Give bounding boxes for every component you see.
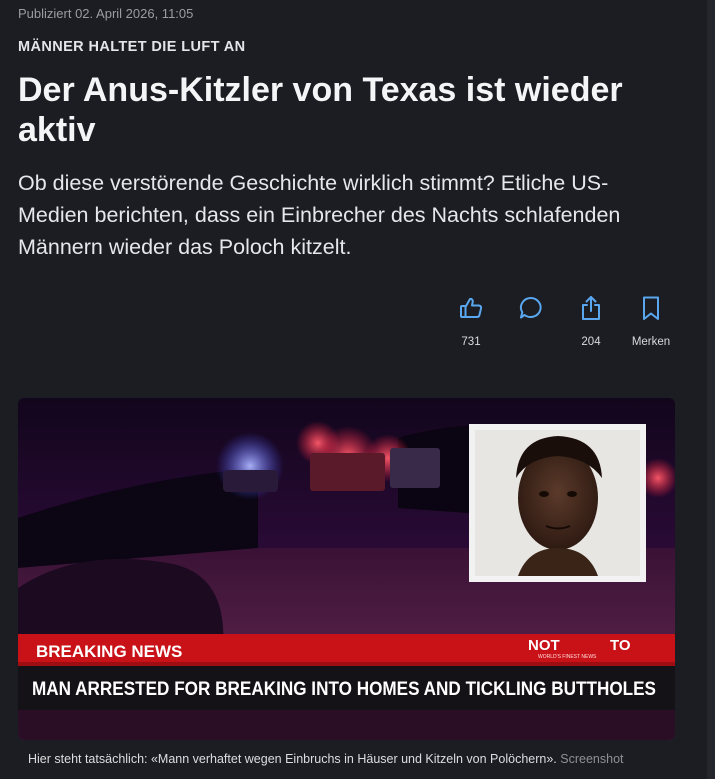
comment-button[interactable]: [501, 294, 561, 354]
banner-headline: MAN ARRESTED FOR BREAKING INTO HOMES AND…: [32, 679, 656, 700]
banner-tag: BREAKING NEWS: [36, 642, 182, 661]
image-caption: Hier steht tatsächlich: «Mann verhaftet …: [28, 752, 708, 766]
article-lead: Ob diese verstörende Geschichte wirklich…: [18, 171, 621, 259]
share-button[interactable]: 204: [561, 294, 621, 354]
page-edge: [707, 0, 715, 779]
article-headline: Der Anus-Kitzler von Texas ist wieder ak…: [18, 71, 623, 149]
speech-bubble-icon: [519, 296, 542, 319]
article-image[interactable]: BREAKING NEWS NOT TO WORLD'S FINEST NEWS…: [18, 398, 675, 740]
breaking-news-screenshot: BREAKING NEWS NOT TO WORLD'S FINEST NEWS…: [18, 398, 675, 740]
news-logo-text: NOT: [528, 637, 560, 654]
bookmark-label: Merken: [631, 336, 671, 348]
news-logo-subtext: WORLD'S FINEST NEWS: [538, 654, 597, 660]
thumbs-up-icon: [460, 297, 483, 318]
like-button[interactable]: 731: [441, 294, 501, 354]
article-actions: 731 204 Merken: [441, 294, 681, 354]
publish-date: Publiziert 02. April 2026, 11:05: [18, 6, 194, 21]
caption-text: Hier steht tatsächlich: «Mann verhaftet …: [28, 752, 557, 766]
article-kicker: MÄNNER HALTET DIE LUFT AN: [18, 39, 246, 55]
share-count: 204: [581, 336, 601, 348]
bookmark-icon: [643, 296, 659, 320]
caption-credit: Screenshot: [560, 752, 624, 766]
news-logo-text-2: TO: [610, 637, 631, 654]
like-count: 731: [461, 336, 481, 348]
share-icon: [582, 296, 600, 320]
bookmark-button[interactable]: Merken: [621, 294, 681, 354]
